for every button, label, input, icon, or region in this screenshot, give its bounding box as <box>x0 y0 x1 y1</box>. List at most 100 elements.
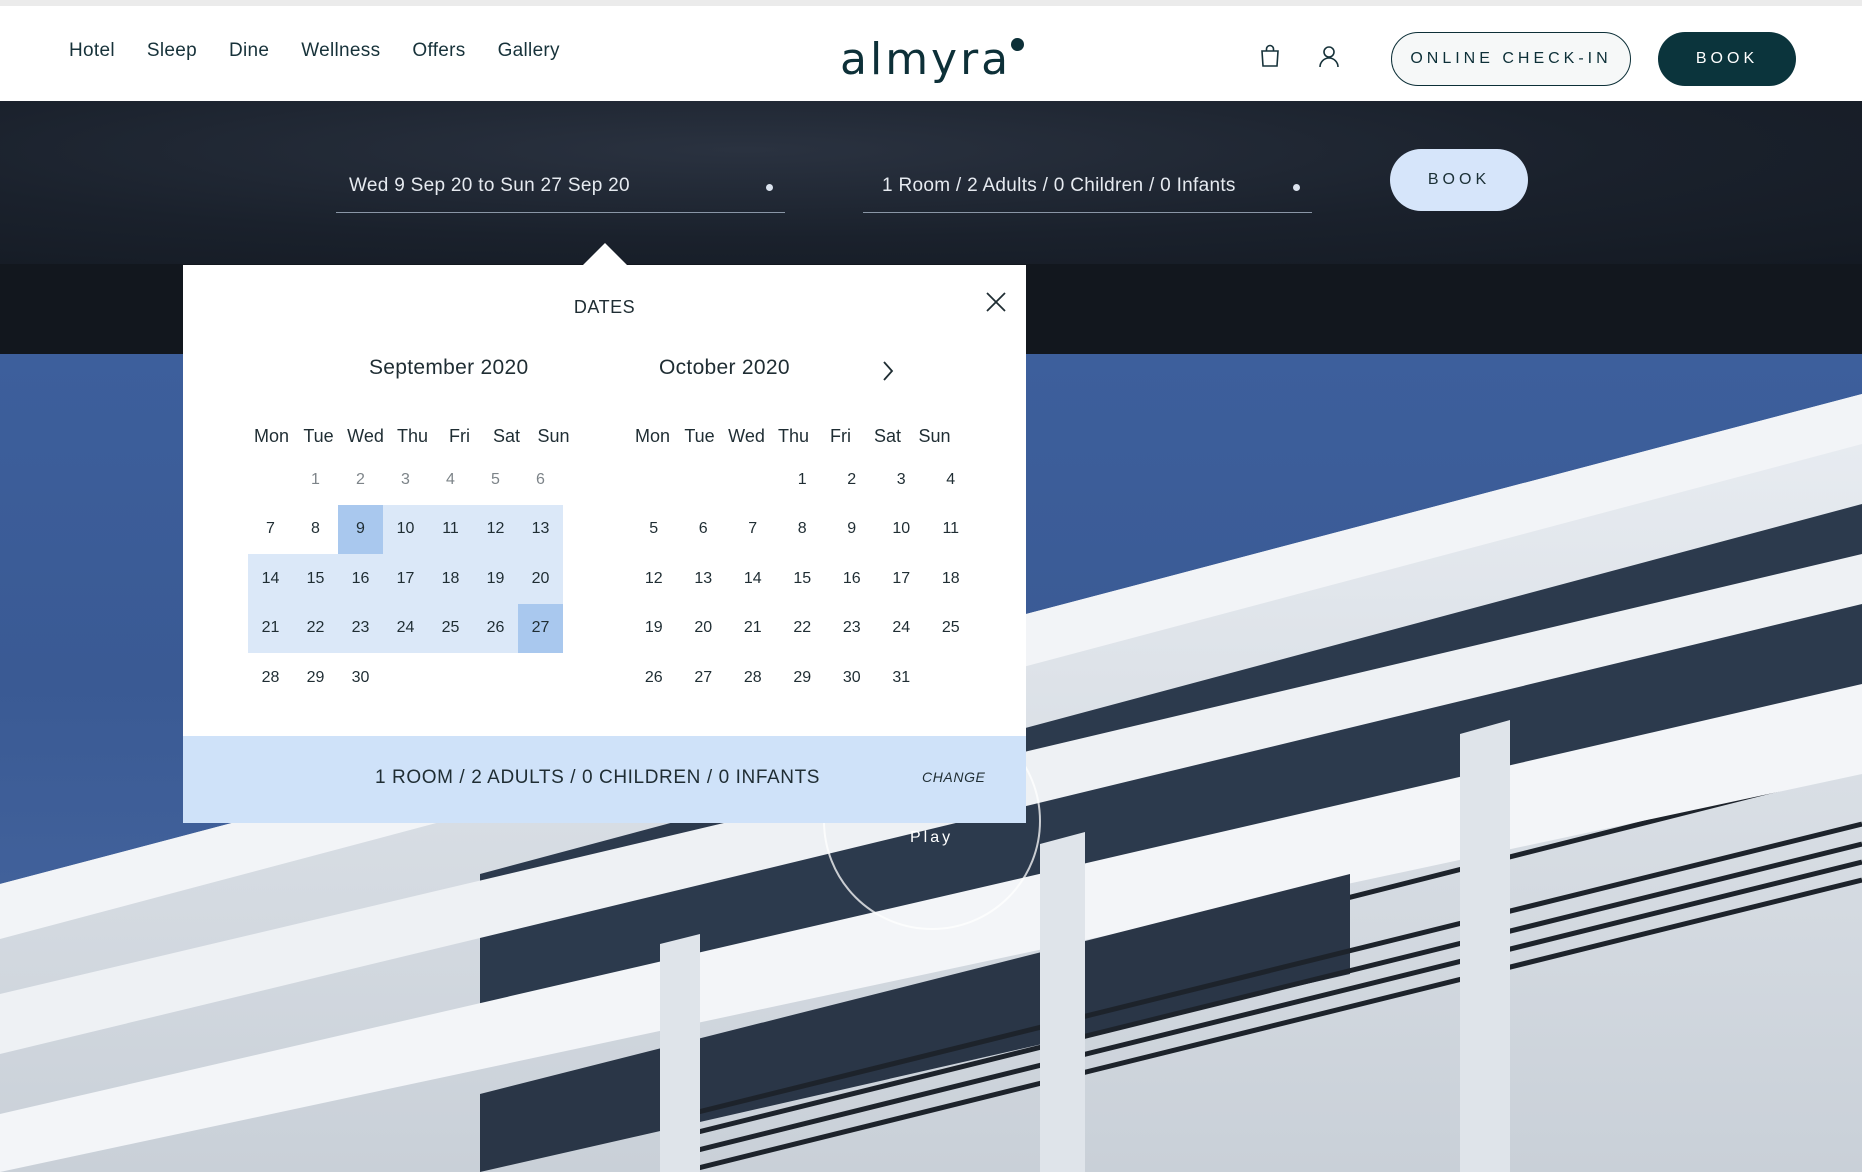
calendar-day[interactable]: 19 <box>629 604 679 654</box>
next-month-button[interactable] <box>873 356 903 386</box>
weekday-label: Fri <box>830 425 851 446</box>
calendar-day[interactable]: 7 <box>728 505 778 555</box>
calendar-day[interactable]: 24 <box>383 603 428 653</box>
calendar-day[interactable]: 11 <box>926 505 976 555</box>
nav-gallery[interactable]: Gallery <box>498 40 560 62</box>
calendar-day[interactable]: 29 <box>778 653 828 703</box>
calendar-day[interactable]: 31 <box>877 653 927 703</box>
online-checkin-button[interactable]: ONLINE CHECK-IN <box>1391 32 1631 86</box>
dates-dropdown-dot <box>766 184 773 191</box>
calendar-day[interactable]: 1 <box>778 455 828 505</box>
calendar-day[interactable]: 18 <box>428 554 473 604</box>
calendar-day[interactable]: 6 <box>679 505 729 555</box>
calendar-week-row: 12 13 14 15 16 17 18 <box>629 554 976 604</box>
calendar-day[interactable]: 27 <box>679 653 729 703</box>
calendar-day[interactable]: 14 <box>248 554 293 604</box>
calendar-day[interactable]: 26 <box>473 603 518 653</box>
guests-field[interactable]: 1 Room / 2 Adults / 0 Children / 0 Infan… <box>863 151 1312 213</box>
calendar-day[interactable]: 13 <box>679 554 729 604</box>
weekday-label: Sat <box>873 425 902 446</box>
calendar-day[interactable]: 14 <box>728 554 778 604</box>
calendar-day[interactable]: 17 <box>383 554 428 604</box>
calendar-day[interactable]: 16 <box>338 554 383 604</box>
calendar-day[interactable]: 19 <box>473 554 518 604</box>
calendar-day[interactable]: 29 <box>293 653 338 703</box>
weekday-label: Thu <box>396 425 429 446</box>
calendar-week-row: 1234 <box>629 455 976 505</box>
cart-button[interactable] <box>1256 42 1284 70</box>
calendar-day[interactable]: 4 <box>926 455 976 505</box>
calendar-week-row: 19 20 21 22 23 24 25 <box>629 604 976 654</box>
calendar-day[interactable]: 30 <box>827 653 877 703</box>
calendar-day[interactable]: 23 <box>338 603 383 653</box>
brand-logo[interactable]: almyra <box>840 32 1026 88</box>
nav-offers[interactable]: Offers <box>412 40 465 62</box>
calendar-day[interactable]: 24 <box>877 604 927 654</box>
calendar-day[interactable]: 8 <box>293 505 338 555</box>
picker-title: DATES <box>573 297 636 317</box>
weekday-label: Sun <box>537 425 570 446</box>
calendar-empty-cell <box>926 653 976 703</box>
header-book-button[interactable]: BOOK <box>1658 32 1796 86</box>
calendar-day[interactable]: 10 <box>877 505 927 555</box>
calendar-day[interactable]: 15 <box>778 554 828 604</box>
nav-sleep[interactable]: Sleep <box>147 40 197 62</box>
picker-close-button[interactable] <box>982 288 1010 316</box>
weekday-label: Mon <box>634 425 670 446</box>
calendar-day[interactable]: 21 <box>248 603 293 653</box>
calendar-day[interactable]: 27 <box>518 603 563 653</box>
calendar-day[interactable]: 23 <box>827 604 877 654</box>
calendar-day[interactable]: 22 <box>293 603 338 653</box>
booking-bar-book-button[interactable]: BOOK <box>1390 149 1528 211</box>
booking-bar: Wed 9 Sep 20 to Sun 27 Sep 20 1 Room / 2… <box>0 101 1862 264</box>
calendar-day[interactable]: 28 <box>728 653 778 703</box>
calendar-day[interactable]: 13 <box>518 504 563 554</box>
calendar-day[interactable]: 12 <box>629 554 679 604</box>
calendar-day[interactable]: 9 <box>338 504 383 554</box>
calendar-day[interactable]: 15 <box>293 554 338 604</box>
calendar-day[interactable]: 30 <box>338 653 383 703</box>
calendar-day[interactable]: 2 <box>827 455 877 505</box>
calendar-week-row: 14 15 16 17 18 19 20 <box>248 554 577 604</box>
calendar-day[interactable]: 26 <box>629 653 679 703</box>
calendar-day[interactable]: 18 <box>926 554 976 604</box>
play-label: Play <box>910 829 954 846</box>
weekday-label: Mon <box>253 425 289 446</box>
calendar-day[interactable]: 21 <box>728 604 778 654</box>
calendar-day: 6 <box>536 470 545 488</box>
nav-wellness[interactable]: Wellness <box>301 40 380 62</box>
calendar-day[interactable]: 20 <box>679 604 729 654</box>
calendar-day[interactable]: 10 <box>383 504 428 554</box>
calendar-day[interactable]: 7 <box>248 505 293 555</box>
calendar-day[interactable]: 28 <box>248 653 293 703</box>
nav-dine[interactable]: Dine <box>229 40 269 62</box>
date-picker-popup: DATES September 2020 October 2020 Mon Tue… <box>183 265 1026 823</box>
calendar-day[interactable]: 9 <box>827 505 877 555</box>
calendar-day[interactable]: 16 <box>827 554 877 604</box>
calendar-day[interactable]: 8 <box>778 505 828 555</box>
weekday-label: Wed <box>347 425 384 446</box>
calendar-day[interactable]: 12 <box>473 504 518 554</box>
calendar-empty-cell <box>679 455 729 505</box>
calendar-day[interactable]: 20 <box>518 554 563 604</box>
account-button[interactable] <box>1315 42 1343 70</box>
weekday-label: Fri <box>449 425 470 446</box>
calendar-day[interactable]: 17 <box>877 554 927 604</box>
calendar-day[interactable]: 22 <box>778 604 828 654</box>
nav-hotel[interactable]: Hotel <box>69 40 115 62</box>
calendar-empty-cell <box>629 455 679 505</box>
calendar-day[interactable]: 3 <box>877 455 927 505</box>
dates-field[interactable]: Wed 9 Sep 20 to Sun 27 Sep 20 <box>336 151 785 213</box>
calendar-day[interactable]: 25 <box>428 603 473 653</box>
dates-value: Wed 9 Sep 20 to Sun 27 Sep 20 <box>349 175 630 196</box>
change-occupancy-link[interactable]: CHANGE <box>922 769 986 785</box>
calendar-day: 3 <box>401 470 410 488</box>
calendar-empty-cell <box>473 653 518 703</box>
guests-value: 1 Room / 2 Adults / 0 Children / 0 Infan… <box>882 175 1236 196</box>
calendar-week-row: 26 27 28 29 30 31 <box>629 653 976 703</box>
weekday-label: Wed <box>728 425 765 446</box>
calendar-day[interactable]: 11 <box>428 504 473 554</box>
calendar-day[interactable]: 25 <box>926 604 976 654</box>
month-title-october: October 2020 <box>659 356 790 379</box>
calendar-day[interactable]: 5 <box>629 505 679 555</box>
